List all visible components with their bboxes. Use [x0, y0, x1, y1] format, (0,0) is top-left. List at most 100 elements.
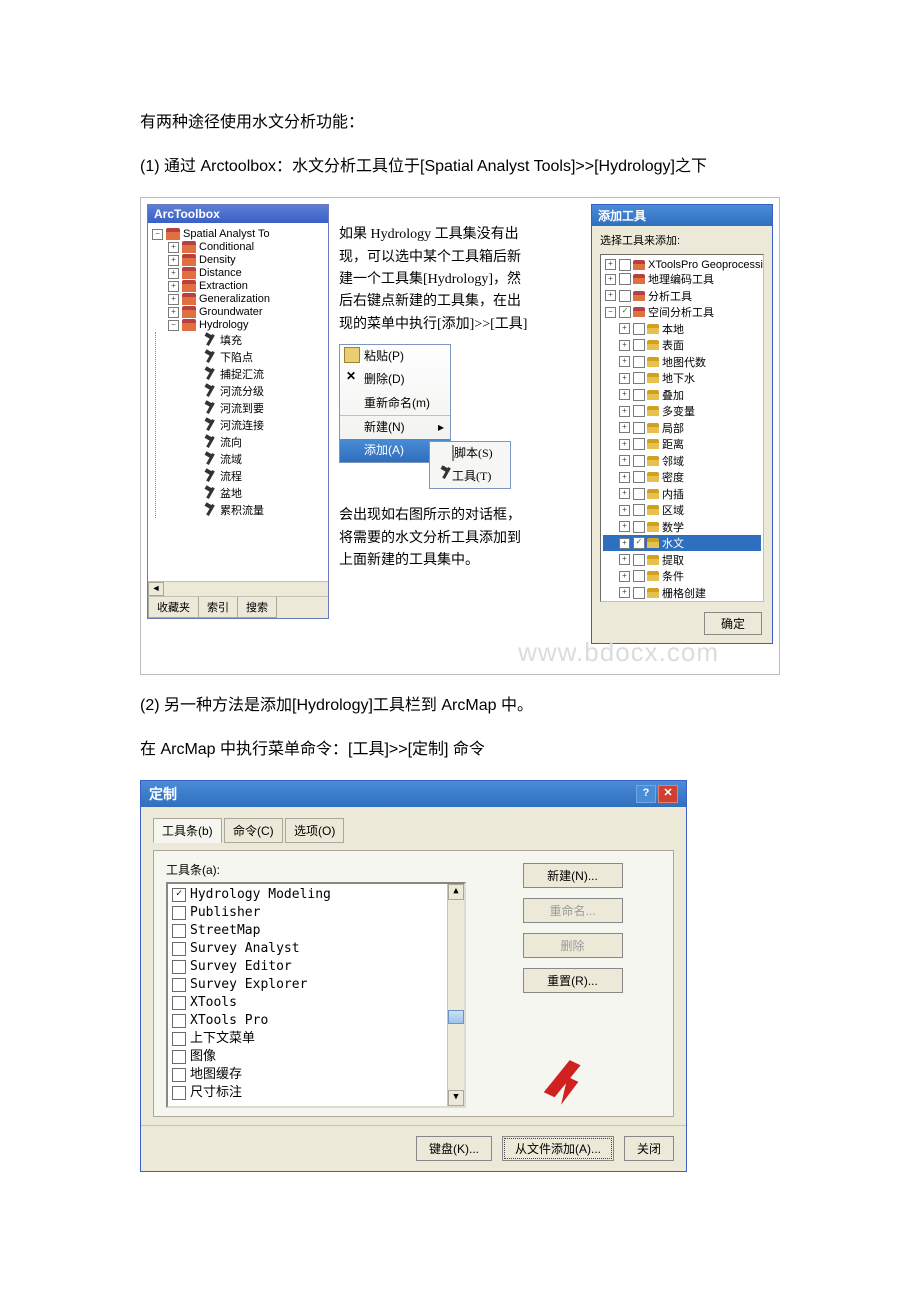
checkbox[interactable]: [172, 942, 186, 956]
tree-tool[interactable]: 河流连接: [164, 417, 326, 433]
checkbox[interactable]: [172, 960, 186, 974]
checkbox[interactable]: [633, 504, 645, 516]
list-item[interactable]: Publisher: [168, 904, 464, 922]
scroll-down-icon[interactable]: ▼: [448, 1090, 464, 1106]
checkbox[interactable]: ✓: [619, 306, 631, 318]
checkbox[interactable]: [172, 1068, 186, 1082]
expander-icon[interactable]: +: [619, 521, 630, 532]
menu-delete[interactable]: ✕删除(D): [340, 368, 450, 391]
expander-icon[interactable]: +: [619, 538, 630, 549]
tree-folder[interactable]: +Extraction: [150, 280, 326, 292]
vertical-scrollbar[interactable]: ▲ ▼: [447, 884, 464, 1106]
rename-button[interactable]: 重命名...: [523, 898, 623, 923]
scrollbar-thumb[interactable]: [448, 1010, 464, 1024]
expander-icon[interactable]: +: [619, 472, 630, 483]
tree-tool[interactable]: 流程: [164, 468, 326, 484]
checkbox[interactable]: [172, 1050, 186, 1064]
submenu-script[interactable]: 脚本(S): [430, 442, 510, 465]
menu-new[interactable]: 新建(N)▸: [340, 415, 450, 439]
expander-icon[interactable]: +: [619, 505, 630, 516]
checkbox[interactable]: [633, 554, 645, 566]
expander-icon[interactable]: +: [619, 340, 630, 351]
add-tools-item[interactable]: +叠加: [603, 387, 761, 403]
add-tools-item[interactable]: +条件: [603, 568, 761, 584]
add-tools-item[interactable]: +内插: [603, 486, 761, 502]
tree-tool[interactable]: 流域: [164, 451, 326, 467]
add-tools-item[interactable]: +邻域: [603, 453, 761, 469]
list-item[interactable]: Survey Explorer: [168, 976, 464, 994]
ok-button[interactable]: 确定: [704, 612, 762, 635]
add-tools-item[interactable]: +多变量: [603, 403, 761, 419]
checkbox[interactable]: [633, 570, 645, 582]
checkbox[interactable]: [172, 924, 186, 938]
tree-tool[interactable]: 河流分级: [164, 383, 326, 399]
expander-icon[interactable]: +: [619, 439, 630, 450]
arctoolbox-tree[interactable]: − Spatial Analyst To +Conditional +Densi…: [148, 223, 328, 581]
list-item[interactable]: Hydrology Modeling: [168, 886, 464, 904]
checkbox[interactable]: [633, 488, 645, 500]
tree-folder[interactable]: +Generalization: [150, 293, 326, 305]
scroll-up-icon[interactable]: ▲: [448, 884, 464, 900]
add-tools-item[interactable]: +密度: [603, 469, 761, 485]
list-item[interactable]: Survey Analyst: [168, 940, 464, 958]
expander-minus-icon[interactable]: −: [152, 229, 163, 240]
list-item[interactable]: Survey Editor: [168, 958, 464, 976]
expander-plus-icon[interactable]: +: [168, 307, 179, 318]
close-button[interactable]: 关闭: [624, 1136, 674, 1161]
checkbox[interactable]: [619, 259, 631, 271]
add-tools-item[interactable]: +重分类: [603, 601, 761, 602]
checkbox[interactable]: [172, 996, 186, 1010]
tab-toolbars[interactable]: 工具条(b): [153, 818, 222, 843]
add-tools-item[interactable]: +栅格创建: [603, 585, 761, 601]
checkbox[interactable]: [633, 323, 645, 335]
list-item[interactable]: StreetMap: [168, 922, 464, 940]
expander-plus-icon[interactable]: +: [168, 281, 179, 292]
checkbox[interactable]: [619, 273, 631, 285]
checkbox[interactable]: [633, 372, 645, 384]
tab-index[interactable]: 索引: [198, 597, 238, 618]
checkbox[interactable]: [633, 438, 645, 450]
expander-icon[interactable]: +: [619, 587, 630, 598]
help-button[interactable]: ?: [636, 785, 656, 803]
add-tools-item[interactable]: +地图代数: [603, 354, 761, 370]
list-item[interactable]: 地图缓存: [168, 1066, 464, 1084]
list-item[interactable]: XTools: [168, 994, 464, 1012]
tree-folder[interactable]: +Density: [150, 254, 326, 266]
expander-icon[interactable]: +: [619, 571, 630, 582]
expander-icon[interactable]: +: [619, 406, 630, 417]
tree-folder[interactable]: +Distance: [150, 267, 326, 279]
add-tools-item[interactable]: +分析工具: [603, 288, 761, 304]
tree-tool[interactable]: 盆地: [164, 485, 326, 501]
expander-plus-icon[interactable]: +: [168, 294, 179, 305]
tree-tool[interactable]: 河流到要: [164, 400, 326, 416]
tab-search[interactable]: 搜索: [237, 597, 277, 618]
list-item[interactable]: 尺寸标注: [168, 1084, 464, 1102]
expander-minus-icon[interactable]: −: [168, 320, 179, 331]
list-item[interactable]: XTools Pro: [168, 1012, 464, 1030]
checkbox[interactable]: [633, 587, 645, 599]
expander-icon[interactable]: +: [619, 422, 630, 433]
expander-icon[interactable]: +: [619, 389, 630, 400]
expander-icon[interactable]: +: [619, 356, 630, 367]
add-tools-tree[interactable]: +XToolsPro Geoprocessin+地理编码工具+分析工具−✓空间分…: [600, 254, 764, 602]
expander-plus-icon[interactable]: +: [168, 242, 179, 253]
tree-folder-hydrology[interactable]: −Hydrology: [150, 319, 326, 331]
add-tools-item[interactable]: +地理编码工具: [603, 271, 761, 287]
tree-root[interactable]: − Spatial Analyst To: [150, 228, 326, 240]
expander-icon[interactable]: −: [605, 307, 616, 318]
checkbox[interactable]: [633, 405, 645, 417]
expander-icon[interactable]: +: [619, 455, 630, 466]
add-from-file-button[interactable]: 从文件添加(A)...: [502, 1136, 614, 1161]
add-tools-item[interactable]: +局部: [603, 420, 761, 436]
checkbox[interactable]: [172, 978, 186, 992]
tree-tool[interactable]: 流向: [164, 434, 326, 450]
checkbox[interactable]: [633, 339, 645, 351]
close-icon[interactable]: ✕: [658, 785, 678, 803]
add-tools-item[interactable]: +XToolsPro Geoprocessin: [603, 259, 761, 271]
checkbox[interactable]: [172, 1014, 186, 1028]
tree-tool[interactable]: 下陷点: [164, 349, 326, 365]
expander-icon[interactable]: +: [619, 554, 630, 565]
submenu-tool[interactable]: 工具(T): [430, 465, 510, 488]
checkbox[interactable]: [172, 906, 186, 920]
expander-icon[interactable]: +: [605, 259, 616, 270]
